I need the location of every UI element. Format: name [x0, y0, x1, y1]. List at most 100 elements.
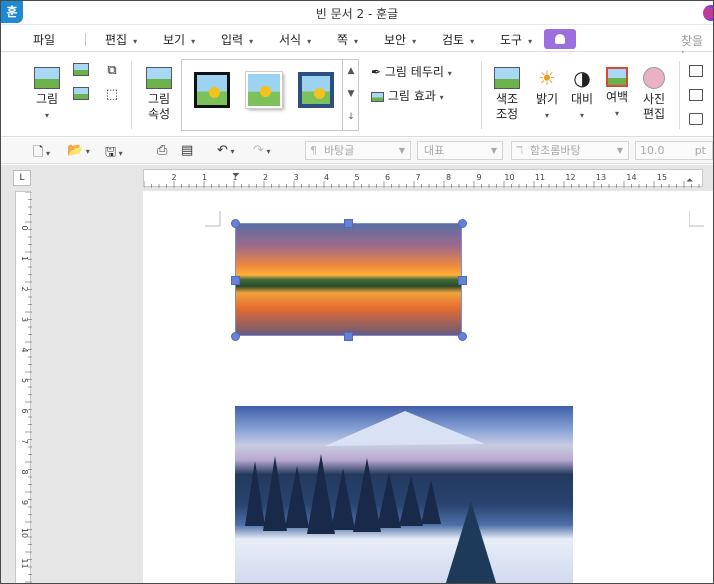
chevron-down-icon: ▼	[398, 146, 405, 155]
picture-effect-button[interactable]: 그림 효과 ▾	[371, 89, 471, 105]
vertical-ruler[interactable]: 0 1 2 3 4 5 6 7 8 9 10 11	[15, 191, 32, 583]
menu-tools[interactable]: 도구 ▾	[500, 31, 532, 48]
style-value: 바탕글	[324, 144, 355, 157]
photo-edit-label-1: 사진	[642, 92, 666, 106]
resize-handle-bottom[interactable]	[344, 332, 353, 341]
position-icon[interactable]	[689, 65, 703, 77]
undo-icon[interactable]: ↶ ▾	[217, 143, 234, 158]
resize-handle-top-right[interactable]	[458, 219, 467, 228]
menu-edit[interactable]: 편집 ▾	[105, 31, 137, 48]
picture-properties-button[interactable]: 그림 속성	[139, 67, 179, 122]
ruler-corner-button[interactable]: L	[13, 170, 31, 186]
open-folder-icon[interactable]: 📂 ▾	[67, 143, 90, 158]
picture-style-gallery[interactable]: ▲ ▼ ↓	[181, 59, 359, 131]
tulip-icon[interactable]	[544, 29, 576, 49]
picture-border-button[interactable]: ✒ 그림 테두리 ▾	[371, 65, 471, 81]
ruler-label: 2	[171, 173, 176, 182]
brightness-button[interactable]: ☀ 밝기 ▾	[531, 67, 563, 123]
style-shadow[interactable]	[246, 72, 282, 108]
ruler-label: 5	[20, 378, 29, 383]
contrast-button[interactable]: ◑ 대비 ▾	[567, 67, 597, 123]
ruler-label: 5	[354, 173, 359, 182]
redo-icon[interactable]: ↷ ▾	[253, 143, 270, 158]
chevron-down-icon: ▾	[44, 111, 49, 120]
resize-handle-bottom-left[interactable]	[231, 332, 240, 341]
photo-edit-button[interactable]: 사진 편집	[637, 67, 671, 122]
font-size-input[interactable]: 10.0 pt	[635, 141, 713, 160]
resize-handle-bottom-right[interactable]	[458, 332, 467, 341]
save-icon[interactable]: 🖫 ▾	[105, 143, 123, 165]
picture-properties-label-2: 속성	[147, 107, 171, 121]
chevron-down-icon: ▾	[191, 37, 196, 46]
chevron-down-icon: ▾	[447, 69, 452, 78]
snowy-mountain-picture[interactable]	[235, 406, 573, 583]
preview-icon[interactable]: ▤	[181, 143, 193, 158]
menu-view[interactable]: 보기 ▾	[163, 31, 195, 48]
profile-icon[interactable]	[703, 5, 713, 21]
margin-corner-mark	[205, 211, 221, 227]
margin-icon	[606, 67, 628, 87]
picture-effect-label: 그림 효과	[387, 89, 436, 103]
vertical-ruler-ticks: 0 1 2 3 4 5 6 7 8 9 10 11	[20, 192, 32, 583]
font-select[interactable]: ℸ 함초롬바탕 ▼	[511, 141, 629, 160]
ruler-label: 6	[20, 408, 29, 413]
gallery-scrollbar[interactable]: ▲ ▼ ↓	[342, 60, 359, 130]
gallery-more-icon[interactable]: ↓	[343, 106, 359, 129]
formatting-toolbar: 🗋 ▾ 📂 ▾ 🖫 ▾ ⎙ ▤ ↶ ▾ ↷ ▾ ¶ 바탕글 ▼ 대표 ▼ ℸ 함초롬바탕…	[1, 138, 713, 164]
replace-button[interactable]: ⧉	[101, 63, 123, 78]
sun-icon: ☀	[538, 66, 556, 90]
lock-checkbox[interactable]	[689, 113, 703, 125]
ruler-label: 7	[20, 439, 29, 444]
color-adjust-button[interactable]: 색조 조정	[489, 67, 525, 122]
ruler-label: 9	[20, 500, 29, 505]
new-document-icon[interactable]: 🗋 ▾	[33, 143, 50, 165]
resize-handle-top[interactable]	[344, 219, 353, 228]
ruler-label: 11	[20, 558, 29, 568]
chevron-down-icon: ▼	[616, 146, 623, 155]
font-size-unit: pt	[694, 144, 706, 157]
print-icon[interactable]: ⎙	[157, 143, 167, 158]
menu-page[interactable]: 쪽 ▾	[337, 31, 358, 48]
sunset-lake-picture[interactable]	[235, 223, 462, 336]
chevron-down-icon: ▾	[544, 111, 549, 120]
ruler-label: 11	[535, 173, 545, 182]
insert-picture-icon	[73, 63, 89, 76]
outline-value: 대표	[424, 144, 445, 157]
horizontal-ruler[interactable]: 2 1 1 2 3 4 5 6 7 8 9 10 11 12 13 14 15 ⏷ ⏶	[143, 169, 703, 188]
resize-handle-left[interactable]	[231, 276, 240, 285]
gallery-up-icon[interactable]: ▲	[343, 60, 359, 83]
ribbon-divider	[131, 61, 132, 129]
picture-icon	[34, 67, 60, 89]
picture-properties-label-1: 그림	[147, 92, 171, 106]
menu-file[interactable]: 파일	[33, 31, 55, 48]
menu-review[interactable]: 검토 ▾	[442, 31, 474, 48]
style-select[interactable]: ¶ 바탕글 ▼	[305, 141, 411, 160]
insert-below-button[interactable]	[67, 63, 95, 79]
color-adjust-label-1: 색조	[495, 92, 519, 106]
outline-select[interactable]: 대표 ▼	[417, 141, 503, 160]
gallery-down-icon[interactable]: ▼	[343, 83, 359, 106]
style-blue-border[interactable]	[298, 72, 334, 108]
picture-button[interactable]: 그림 ▾	[29, 67, 65, 123]
resize-handle-right[interactable]	[458, 276, 467, 285]
photo-edit-label-2: 편집	[642, 107, 666, 121]
resize-handle-top-left[interactable]	[231, 219, 240, 228]
crop-button[interactable]: ⬚	[101, 87, 123, 102]
menu-format[interactable]: 서식 ▾	[279, 31, 311, 48]
margin-label: 여백	[605, 90, 629, 104]
arrange-button[interactable]	[67, 87, 95, 103]
ruler-label: 0	[20, 225, 29, 230]
menu-insert[interactable]: 입력 ▾	[221, 31, 253, 48]
ruler-label: 13	[596, 173, 606, 182]
chevron-down-icon: ▾	[528, 37, 533, 46]
right-margin-marker-icon[interactable]: ⏶	[686, 176, 693, 186]
menu-security[interactable]: 보안 ▾	[384, 31, 416, 48]
chevron-down-icon: ▾	[614, 109, 619, 118]
style-black-border[interactable]	[194, 72, 230, 108]
wrap-icon[interactable]	[689, 89, 703, 101]
margin-button[interactable]: 여백 ▾	[601, 67, 633, 121]
ruler-label: 14	[626, 173, 636, 182]
indent-marker-icon[interactable]: ⏷	[232, 170, 240, 181]
ruler-label: 4	[324, 173, 329, 182]
document-page[interactable]	[143, 191, 713, 583]
